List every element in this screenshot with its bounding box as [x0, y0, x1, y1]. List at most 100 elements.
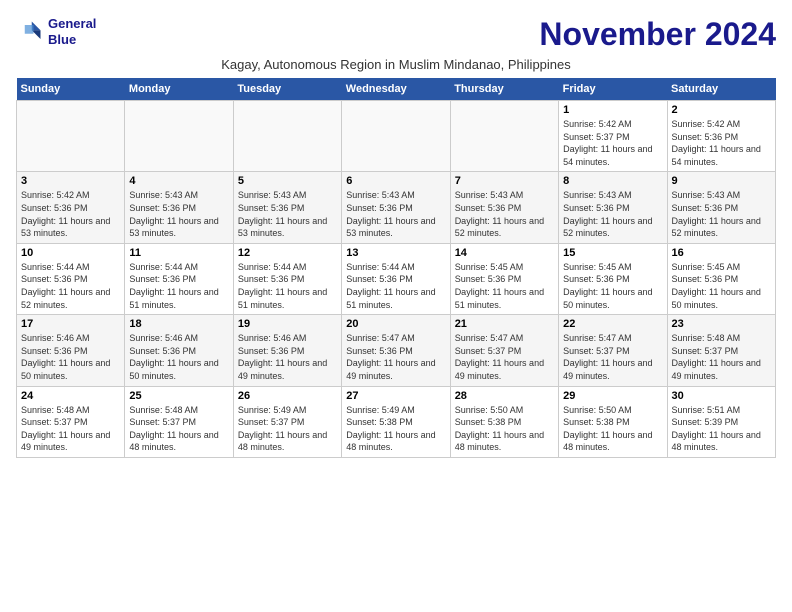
- day-info: Sunrise: 5:46 AMSunset: 5:36 PMDaylight:…: [238, 332, 337, 382]
- day-number: 26: [238, 390, 337, 402]
- calendar-cell: 21 Sunrise: 5:47 AMSunset: 5:37 PMDayligh…: [450, 315, 558, 386]
- calendar-cell: 7Sunrise: 5:43 AMSunset: 5:36 PMDaylight…: [450, 172, 558, 243]
- subtitle: Kagay, Autonomous Region in Muslim Minda…: [16, 57, 776, 72]
- day-number: 12: [238, 247, 337, 259]
- weekday-header-friday: Friday: [559, 78, 667, 101]
- calendar-cell: 4Sunrise: 5:43 AMSunset: 5:36 PMDaylight…: [125, 172, 233, 243]
- calendar-cell: 13Sunrise: 5:44 AMSunset: 5:36 PMDayligh…: [342, 243, 450, 314]
- day-info: Sunrise: 5:46 AMSunset: 5:36 PMDaylight:…: [129, 332, 228, 382]
- day-info: Sunrise: 5:43 AMSunset: 5:36 PMDaylight:…: [455, 189, 554, 239]
- calendar-cell: 24 Sunrise: 5:48 AMSunset: 5:37 PMDayligh…: [17, 386, 125, 457]
- weekday-header-thursday: Thursday: [450, 78, 558, 101]
- calendar-header: SundayMondayTuesdayWednesdayThursdayFrid…: [17, 78, 776, 101]
- day-info: Sunrise: 5:51 AMSunset: 5:39 PMDaylight:…: [672, 404, 771, 454]
- calendar-cell: 29Sunrise: 5:50 AMSunset: 5:38 PMDayligh…: [559, 386, 667, 457]
- weekday-header-sunday: Sunday: [17, 78, 125, 101]
- day-number: 8: [563, 175, 662, 187]
- day-number: 2: [672, 104, 771, 116]
- day-number: 28: [455, 390, 554, 402]
- day-info: Sunrise: 5:43 AMSunset: 5:36 PMDaylight:…: [238, 189, 337, 239]
- day-info: Sunrise: 5:43 AMSunset: 5:36 PMDaylight:…: [563, 189, 662, 239]
- day-info: Sunrise: 5:44 AMSunset: 5:36 PMDaylight:…: [21, 261, 120, 311]
- day-number: 14: [455, 247, 554, 259]
- calendar-cell: 5 Sunrise: 5:43 AMSunset: 5:36 PMDaylight…: [233, 172, 341, 243]
- day-info: Sunrise: 5:42 AMSunset: 5:36 PMDaylight:…: [672, 118, 771, 168]
- day-number: 19: [238, 318, 337, 330]
- day-info: Sunrise: 5:45 AMSunset: 5:36 PMDaylight:…: [672, 261, 771, 311]
- day-number: 17: [21, 318, 120, 330]
- logo-icon: [16, 18, 44, 46]
- calendar-cell: 3Sunrise: 5:42 AMSunset: 5:36 PMDaylight…: [17, 172, 125, 243]
- day-info: Sunrise: 5:49 AMSunset: 5:37 PMDaylight:…: [238, 404, 337, 454]
- day-number: 27: [346, 390, 445, 402]
- day-info: Sunrise: 5:47 AMSunset: 5:37 PMDaylight:…: [455, 332, 554, 382]
- day-number: 18: [129, 318, 228, 330]
- calendar-cell: 14 Sunrise: 5:45 AMSunset: 5:36 PMDayligh…: [450, 243, 558, 314]
- day-info: Sunrise: 5:47 AMSunset: 5:36 PMDaylight:…: [346, 332, 445, 382]
- calendar-cell: 22 Sunrise: 5:47 AMSunset: 5:37 PMDayligh…: [559, 315, 667, 386]
- day-info: Sunrise: 5:42 AMSunset: 5:37 PMDaylight:…: [563, 118, 662, 168]
- day-info: Sunrise: 5:45 AMSunset: 5:36 PMDaylight:…: [455, 261, 554, 311]
- calendar-cell: 26 Sunrise: 5:49 AMSunset: 5:37 PMDayligh…: [233, 386, 341, 457]
- day-number: 25: [129, 390, 228, 402]
- calendar-week-3: 10 Sunrise: 5:44 AMSunset: 5:36 PMDayligh…: [17, 243, 776, 314]
- calendar-cell: [125, 101, 233, 172]
- day-number: 29: [563, 390, 662, 402]
- calendar-cell: 15 Sunrise: 5:45 AMSunset: 5:36 PMDayligh…: [559, 243, 667, 314]
- day-info: Sunrise: 5:49 AMSunset: 5:38 PMDaylight:…: [346, 404, 445, 454]
- day-number: 11: [129, 247, 228, 259]
- day-info: Sunrise: 5:50 AMSunset: 5:38 PMDaylight:…: [455, 404, 554, 454]
- calendar-cell: 8 Sunrise: 5:43 AMSunset: 5:36 PMDaylight…: [559, 172, 667, 243]
- day-number: 10: [21, 247, 120, 259]
- day-number: 4: [129, 175, 228, 187]
- day-info: Sunrise: 5:43 AMSunset: 5:36 PMDaylight:…: [346, 189, 445, 239]
- calendar-cell: 28 Sunrise: 5:50 AMSunset: 5:38 PMDayligh…: [450, 386, 558, 457]
- calendar-cell: 27 Sunrise: 5:49 AMSunset: 5:38 PMDayligh…: [342, 386, 450, 457]
- weekday-header-row: SundayMondayTuesdayWednesdayThursdayFrid…: [17, 78, 776, 101]
- calendar-cell: [17, 101, 125, 172]
- calendar-cell: 17 Sunrise: 5:46 AMSunset: 5:36 PMDayligh…: [17, 315, 125, 386]
- day-number: 16: [672, 247, 771, 259]
- weekday-header-saturday: Saturday: [667, 78, 775, 101]
- calendar-cell: 20 Sunrise: 5:47 AMSunset: 5:36 PMDayligh…: [342, 315, 450, 386]
- weekday-header-wednesday: Wednesday: [342, 78, 450, 101]
- day-info: Sunrise: 5:48 AMSunset: 5:37 PMDaylight:…: [21, 404, 120, 454]
- calendar-cell: 9Sunrise: 5:43 AMSunset: 5:36 PMDaylight…: [667, 172, 775, 243]
- calendar-cell: [342, 101, 450, 172]
- calendar-table: SundayMondayTuesdayWednesdayThursdayFrid…: [16, 78, 776, 458]
- month-title: November 2024: [539, 16, 776, 53]
- day-number: 1: [563, 104, 662, 116]
- calendar-cell: [450, 101, 558, 172]
- logo-text: General Blue: [48, 16, 96, 47]
- calendar-cell: 2 Sunrise: 5:42 AMSunset: 5:36 PMDaylight…: [667, 101, 775, 172]
- calendar-cell: 25 Sunrise: 5:48 AMSunset: 5:37 PMDayligh…: [125, 386, 233, 457]
- day-info: Sunrise: 5:44 AMSunset: 5:36 PMDaylight:…: [238, 261, 337, 311]
- calendar-cell: 10 Sunrise: 5:44 AMSunset: 5:36 PMDayligh…: [17, 243, 125, 314]
- day-number: 22: [563, 318, 662, 330]
- calendar-cell: 1 Sunrise: 5:42 AMSunset: 5:37 PMDaylight…: [559, 101, 667, 172]
- day-number: 20: [346, 318, 445, 330]
- day-info: Sunrise: 5:47 AMSunset: 5:37 PMDaylight:…: [563, 332, 662, 382]
- logo: General Blue: [16, 16, 96, 47]
- day-number: 24: [21, 390, 120, 402]
- weekday-header-tuesday: Tuesday: [233, 78, 341, 101]
- day-number: 21: [455, 318, 554, 330]
- calendar-cell: 30Sunrise: 5:51 AMSunset: 5:39 PMDayligh…: [667, 386, 775, 457]
- day-number: 13: [346, 247, 445, 259]
- day-info: Sunrise: 5:48 AMSunset: 5:37 PMDaylight:…: [672, 332, 771, 382]
- day-number: 23: [672, 318, 771, 330]
- calendar-cell: 16 Sunrise: 5:45 AMSunset: 5:36 PMDayligh…: [667, 243, 775, 314]
- calendar-cell: [233, 101, 341, 172]
- day-info: Sunrise: 5:48 AMSunset: 5:37 PMDaylight:…: [129, 404, 228, 454]
- calendar-cell: 18 Sunrise: 5:46 AMSunset: 5:36 PMDayligh…: [125, 315, 233, 386]
- day-number: 5: [238, 175, 337, 187]
- day-number: 15: [563, 247, 662, 259]
- calendar-cell: 11 Sunrise: 5:44 AMSunset: 5:36 PMDayligh…: [125, 243, 233, 314]
- day-info: Sunrise: 5:45 AMSunset: 5:36 PMDaylight:…: [563, 261, 662, 311]
- calendar-week-5: 24 Sunrise: 5:48 AMSunset: 5:37 PMDayligh…: [17, 386, 776, 457]
- calendar-week-4: 17 Sunrise: 5:46 AMSunset: 5:36 PMDayligh…: [17, 315, 776, 386]
- day-info: Sunrise: 5:44 AMSunset: 5:36 PMDaylight:…: [129, 261, 228, 311]
- day-info: Sunrise: 5:46 AMSunset: 5:36 PMDaylight:…: [21, 332, 120, 382]
- day-number: 3: [21, 175, 120, 187]
- page-header: General Blue November 2024: [16, 16, 776, 53]
